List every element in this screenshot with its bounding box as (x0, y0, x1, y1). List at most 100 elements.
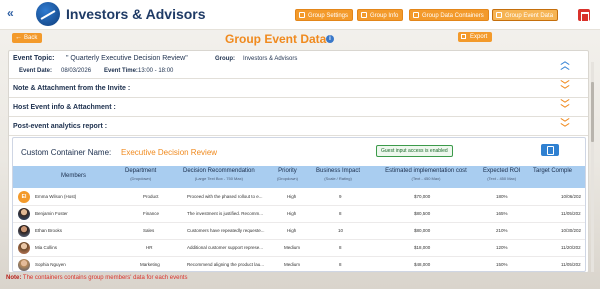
table-row[interactable]: Ethan Brooks Sales Customers have repeat… (13, 223, 585, 240)
column-title: Business Impact (316, 168, 361, 174)
column-subtitle: (Dropdown) (277, 176, 298, 181)
edit-container-button[interactable] (541, 144, 559, 156)
top-bar: « Investors & Advisors Group Settings Gr… (0, 0, 600, 30)
avatar: EI (18, 191, 30, 203)
recommendation-cell: Recommend aligning the product lau... (187, 262, 265, 267)
member-name: Ethan Brooks (35, 228, 63, 233)
group-logo (36, 2, 60, 26)
avatar (18, 208, 30, 220)
event-topic-value: " Quarterly Executive Decision Review" (66, 55, 188, 62)
info-icon[interactable]: i (326, 35, 334, 43)
roi-cell: 120% (496, 245, 508, 250)
member-name: Sophia Nguyen (35, 262, 66, 267)
note-prefix: Note: (6, 275, 22, 281)
group-info-button[interactable]: Group Info (357, 9, 404, 21)
collapse-sidebar-icon[interactable]: « (7, 6, 21, 20)
group-settings-button[interactable]: Group Settings (295, 9, 354, 21)
group-settings-label: Group Settings (308, 13, 349, 19)
section-analytics-report-label: Post-event analytics report : (13, 123, 108, 130)
export-button[interactable]: Export (458, 32, 493, 42)
table-row[interactable]: Sophia Nguyen Marketing Recommend aligni… (13, 257, 585, 271)
column-subtitle: (Dropdown) (130, 176, 152, 181)
target-cell: 11/05/202 (561, 262, 581, 267)
custom-container-card: Custom Container Name: Executive Decisio… (12, 137, 586, 272)
department-cell: Finance (143, 211, 160, 216)
avatar (18, 225, 30, 237)
section-invite-notes-label: Note & Attachment from the Invite : (13, 85, 131, 92)
impact-cell: 9 (339, 194, 342, 199)
back-button[interactable]: ← Back (12, 33, 43, 43)
group-data-containers-button[interactable]: Group Data Containers (409, 9, 489, 21)
event-date-label: Event Date: (19, 68, 53, 74)
column-header-priority: Priority (Dropdown) (277, 168, 298, 182)
table-row[interactable]: Benjamin Foster Finance The investment i… (13, 206, 585, 223)
chevron-down-icon[interactable]: ﹀ ﹀ (560, 81, 570, 95)
roi-cell: 180% (496, 194, 508, 199)
impact-cell: 10 (338, 228, 344, 233)
target-cell: 11/05/202 (561, 211, 581, 216)
section-host-info[interactable]: Host Event info & Attachment : ﹀ ﹀ (9, 99, 588, 117)
chevron-up-icon[interactable]: ︿ ︿ (560, 57, 570, 71)
section-analytics-report[interactable]: Post-event analytics report : ﹀ ﹀ (9, 118, 588, 136)
group-event-data-button[interactable]: Group Event Data (492, 9, 559, 21)
column-title: Department (125, 168, 157, 174)
cost-cell: $18,000 (414, 245, 431, 250)
target-cell: 11/20/202 (561, 245, 581, 250)
scrollbar-thumb[interactable] (591, 82, 594, 142)
section-invite-notes[interactable]: Note & Attachment from the Invite : ﹀ ﹀ (9, 80, 588, 98)
event-time-value: 13:00 - 18:00 (138, 68, 174, 74)
column-subtitle: (Text - 450 Max) (411, 176, 441, 181)
recommendation-cell: Additional customer support represe... (187, 245, 264, 250)
group-value: Investors & Advisors (243, 56, 298, 62)
column-title: Expected ROI (483, 168, 521, 174)
avatar (18, 242, 30, 254)
back-label: Back (24, 35, 38, 41)
column-header-recommendation: Decision Recommendation (Large Text Box … (183, 168, 255, 182)
cost-cell: $80,000 (414, 228, 431, 233)
export-icon (461, 34, 466, 39)
event-topic-row: Event Topic: " Quarterly Executive Decis… (9, 51, 588, 79)
delete-icon[interactable] (578, 9, 590, 22)
event-icon (496, 12, 502, 18)
table-row[interactable]: Mia Collins HR Additional customer suppo… (13, 240, 585, 257)
group-event-data-label: Group Event Data (505, 13, 554, 19)
container-name-label: Custom Container Name: (21, 148, 112, 157)
department-cell: HR (146, 245, 153, 250)
column-title: Estimated implementation cost (385, 168, 467, 174)
recommendation-cell: Customers have repeatedly requeste... (187, 228, 265, 233)
chevron-down-icon[interactable]: ﹀ ﹀ (560, 119, 570, 133)
column-header-members: Members (61, 173, 86, 180)
event-panel: Event Topic: " Quarterly Executive Decis… (8, 50, 589, 273)
export-label: Export (470, 34, 488, 40)
impact-cell: 8 (339, 245, 342, 250)
impact-cell: 8 (339, 211, 342, 216)
roi-cell: 210% (496, 228, 508, 233)
chevron-down-icon[interactable]: ﹀ ﹀ (560, 100, 570, 114)
group-info-label: Group Info (370, 13, 399, 19)
settings-icon (299, 12, 305, 18)
column-title: Target Comple (533, 168, 573, 174)
member-name: Benjamin Foster (35, 211, 68, 216)
vertical-scrollbar[interactable] (591, 62, 594, 272)
section-host-info-label: Host Event info & Attachment : (13, 104, 116, 111)
roi-cell: 150% (496, 262, 508, 267)
column-header-department: Department (Dropdown) (125, 168, 156, 182)
cost-cell: $70,000 (414, 194, 431, 199)
event-topic-label: Event Topic: (13, 55, 55, 62)
cost-cell: $80,500 (414, 211, 431, 216)
recommendation-cell: The investment is justified. Recomm... (187, 211, 264, 216)
note-text: The containers contains group members' d… (21, 275, 188, 281)
guest-access-badge: Guest input access is enabled (376, 145, 453, 157)
event-date-value: 08/03/2026 (61, 68, 92, 74)
container-name-value: Executive Decision Review (121, 148, 218, 157)
container-icon (413, 12, 419, 18)
column-subtitle: (Large Text Box - 750 Max) (194, 176, 243, 181)
column-header-target-completion: Target Comple (533, 168, 572, 175)
priority-cell: High (287, 228, 297, 233)
department-cell: Product (143, 194, 159, 199)
page-title: Group Event Data (225, 32, 327, 46)
table-row[interactable]: EI Emma Wilson (Host) Product Proceed wi… (13, 189, 585, 206)
column-header-business-impact: Business Impact (Scale / Rating) (316, 168, 360, 182)
department-cell: Marketing (140, 262, 160, 267)
footer-note: Note: The containers contains group memb… (6, 275, 187, 281)
